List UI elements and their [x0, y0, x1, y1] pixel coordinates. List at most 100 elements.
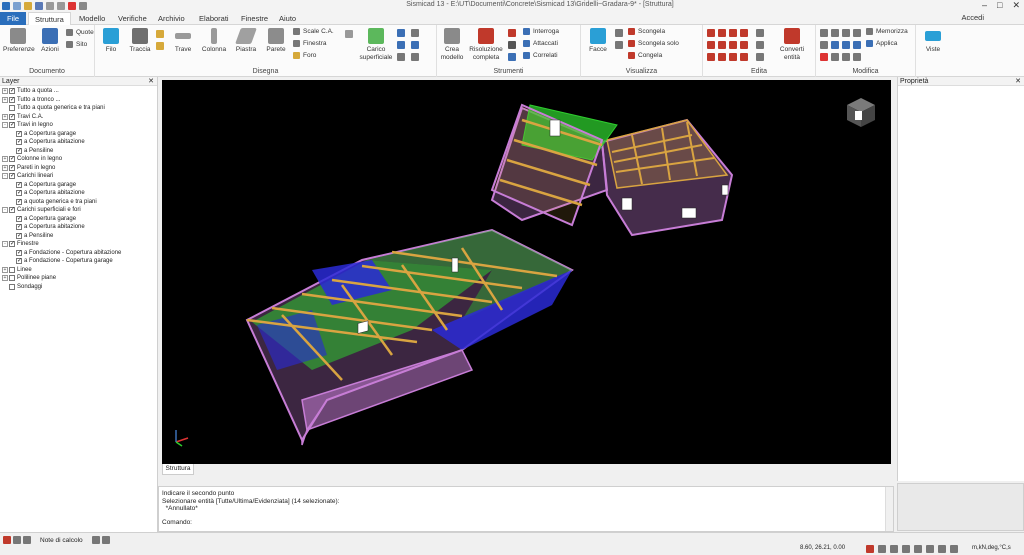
tab-struttura[interactable]: Struttura: [28, 12, 71, 25]
rotate-icon[interactable]: [729, 29, 737, 37]
layer-icon[interactable]: [842, 29, 850, 37]
layer-tree-item[interactable]: ✓ a Copertura garage: [0, 215, 157, 224]
tab-verifiche[interactable]: Verifiche: [112, 12, 153, 25]
sito-button[interactable]: Sito: [66, 41, 87, 48]
table-icon[interactable]: [345, 30, 353, 38]
close-icon[interactable]: ✕: [1012, 0, 1020, 11]
layer-checkbox[interactable]: ✓: [16, 130, 22, 137]
edit-icon-2[interactable]: [756, 41, 764, 49]
extend-icon[interactable]: [718, 53, 726, 61]
finestra-button[interactable]: Finestra: [293, 40, 326, 47]
distributed-load-icon[interactable]: [411, 29, 419, 37]
expand-toggle-icon[interactable]: -: [2, 207, 8, 214]
hide-icon[interactable]: [842, 53, 850, 61]
converti-entita-button[interactable]: Converti entità: [773, 28, 811, 62]
view-icon-1[interactable]: [615, 29, 623, 37]
layer-checkbox[interactable]: [9, 266, 15, 273]
traccia-button[interactable]: Traccia: [125, 28, 155, 54]
layer-tree-item[interactable]: ✓ a Copertura abitazione: [0, 138, 157, 147]
memorizza-button[interactable]: Memorizza: [866, 28, 908, 35]
tab-aiuto[interactable]: Aiuto: [273, 12, 302, 25]
layer-checkbox[interactable]: ✓: [16, 181, 22, 188]
expand-toggle-icon[interactable]: +: [2, 266, 8, 273]
layer-tree-item[interactable]: + ✓ Tutto a tronco ...: [0, 96, 157, 105]
expand-toggle-icon[interactable]: +: [2, 113, 8, 120]
minimize-icon[interactable]: –: [982, 0, 987, 11]
check-icon[interactable]: [508, 41, 516, 49]
command-prompt[interactable]: Comando:: [162, 519, 890, 527]
layer-tree-item[interactable]: + ✓ Tutto a quota ...: [0, 87, 157, 96]
layer-tree-item[interactable]: - ✓ Finestre: [0, 240, 157, 249]
layer-tree-item[interactable]: + Linee: [0, 266, 157, 275]
layer-tree-item[interactable]: Sondaggi: [0, 283, 157, 292]
layer-tree-item[interactable]: ✓ a Pensiline: [0, 232, 157, 241]
layer-tree-item[interactable]: ✓ a Copertura garage: [0, 181, 157, 190]
layer-tree-item[interactable]: ✓ a Fondazione - Copertura abitazione: [0, 249, 157, 258]
layer-tree-item[interactable]: ✓ a Fondazione - Copertura garage: [0, 257, 157, 266]
delete-icon[interactable]: [820, 53, 828, 61]
pencil-icon[interactable]: [156, 30, 164, 38]
group-icon[interactable]: [831, 41, 839, 49]
quote-button[interactable]: Quote: [66, 29, 94, 36]
polar-icon[interactable]: [902, 545, 910, 553]
carico-superficiale-button[interactable]: Carico superficiale: [358, 28, 394, 62]
zoom-icon[interactable]: [92, 536, 100, 544]
properties-icon[interactable]: [853, 41, 861, 49]
layer-tree-item[interactable]: + ✓ Pareti in legno: [0, 164, 157, 173]
pan-icon[interactable]: [102, 536, 110, 544]
layer-tree-item[interactable]: - ✓ Carichi superficiali e fori: [0, 206, 157, 215]
undo-icon[interactable]: [46, 2, 54, 10]
expand-toggle-icon[interactable]: +: [2, 88, 8, 95]
scongela-solo-button[interactable]: Scongela solo: [628, 40, 679, 47]
hatch-icon[interactable]: [411, 53, 419, 61]
layer-checkbox[interactable]: ✓: [9, 164, 15, 171]
expand-toggle-icon[interactable]: +: [2, 275, 8, 282]
redo-edit-icon[interactable]: [820, 41, 828, 49]
redo-icon[interactable]: [57, 2, 65, 10]
line-icon[interactable]: [156, 42, 164, 50]
scale-ca-button[interactable]: Scale C.A.: [293, 28, 334, 35]
trave-button[interactable]: Trave: [171, 28, 195, 54]
layer-checkbox[interactable]: ✓: [9, 207, 15, 214]
filo-button[interactable]: Filo: [99, 28, 123, 54]
facce-button[interactable]: Facce: [584, 28, 612, 54]
brush-icon[interactable]: [508, 53, 516, 61]
osnap-icon[interactable]: [914, 545, 922, 553]
command-scrollbar[interactable]: [885, 487, 893, 531]
layer-tree-item[interactable]: + ✓ Colonne in legno: [0, 155, 157, 164]
layer-tree-item[interactable]: Tutto a quota generica e tra piani: [0, 104, 157, 113]
expand-toggle-icon[interactable]: -: [2, 241, 8, 248]
layer-checkbox[interactable]: ✓: [9, 241, 15, 248]
layer-checkbox[interactable]: [9, 275, 15, 282]
layer-tree-item[interactable]: ✓ a quota generica e tra piani: [0, 198, 157, 207]
3d-viewport[interactable]: [162, 80, 891, 464]
tab-modello[interactable]: Modello: [73, 12, 111, 25]
scale-icon[interactable]: [707, 41, 715, 49]
grid-icon[interactable]: [890, 545, 898, 553]
expand-toggle-icon[interactable]: +: [2, 156, 8, 163]
layer-checkbox[interactable]: ✓: [9, 173, 15, 180]
layer-checkbox[interactable]: ✓: [16, 139, 22, 146]
lineweight-icon[interactable]: [938, 545, 946, 553]
text-icon[interactable]: [411, 41, 419, 49]
open-icon[interactable]: [24, 2, 32, 10]
layer-checkbox[interactable]: ✓: [16, 198, 22, 205]
preferenze-button[interactable]: Preferenze: [3, 28, 35, 54]
risoluzione-button[interactable]: Risoluzione completa: [467, 28, 505, 62]
ortho-icon[interactable]: [878, 545, 886, 553]
layer-tree-item[interactable]: + ✓ Travi C.A.: [0, 113, 157, 122]
layer-checkbox[interactable]: [9, 105, 15, 112]
units-readout[interactable]: m,kN,deg,°C,s: [972, 545, 1011, 551]
piastra-button[interactable]: Piastra: [232, 28, 260, 54]
tab-elaborati[interactable]: Elaborati: [193, 12, 235, 25]
arrows-icon[interactable]: [397, 41, 405, 49]
close-properties-icon[interactable]: ✕: [1015, 77, 1021, 86]
parete-button[interactable]: Parete: [263, 28, 289, 54]
layer-checkbox[interactable]: ✓: [16, 249, 22, 256]
show-icon[interactable]: [853, 53, 861, 61]
layer-checkbox[interactable]: ✓: [9, 88, 15, 95]
explode-icon[interactable]: [831, 53, 839, 61]
crea-modello-button[interactable]: Crea modello: [439, 28, 465, 62]
layer-checkbox[interactable]: ✓: [16, 258, 22, 265]
layer-checkbox[interactable]: ✓: [9, 156, 15, 163]
